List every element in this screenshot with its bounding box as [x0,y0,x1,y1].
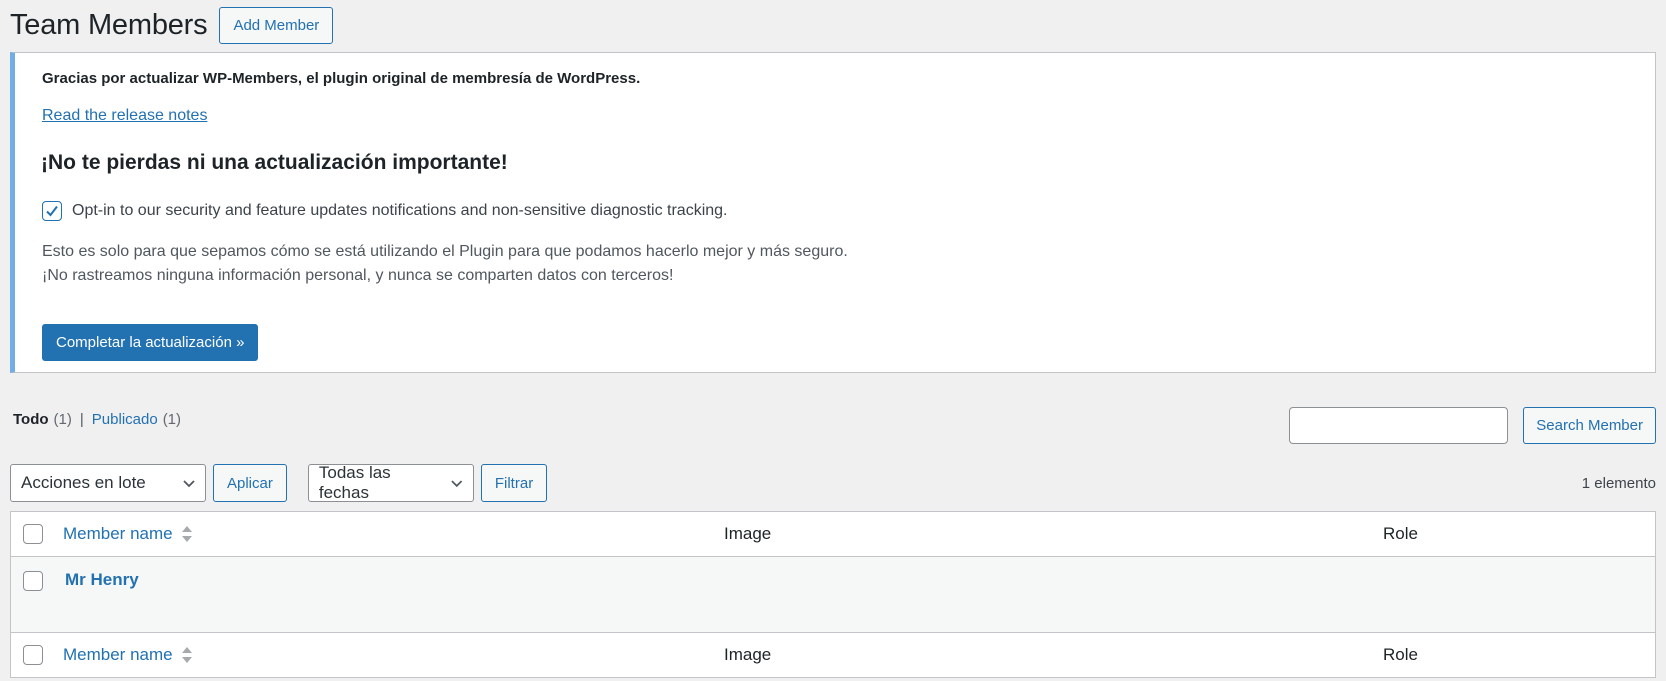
chevron-down-icon [183,480,195,488]
view-all-count: (1) [53,411,72,428]
table-row: Mr Henry [11,557,1655,632]
member-name-column-header[interactable]: Member name [63,524,193,544]
member-name-footer-label: Member name [63,645,173,664]
checkmark-icon [46,205,58,217]
table-footer: Member name Image Role [11,632,1655,677]
member-name-link[interactable]: Mr Henry [65,570,139,590]
sort-icon [181,647,192,663]
items-count: 1 elemento [1581,474,1656,492]
table-header: Member name Image Role [11,512,1655,557]
page-title: Team Members [10,8,208,41]
notice-heading: ¡No te pierdas ni una actualización impo… [41,151,508,174]
row-checkbox[interactable] [23,571,43,591]
view-all-label[interactable]: Todo [13,411,49,428]
add-member-button[interactable]: Add Member [219,6,334,44]
optin-label: Opt-in to our security and feature updat… [72,202,728,219]
member-name-header-label: Member name [63,524,173,543]
update-notice: Gracias por actualizar WP-Members, el pl… [10,52,1656,373]
search-input[interactable] [1289,407,1509,444]
page-header: Team Members Add Member [10,5,334,45]
member-name-column-footer[interactable]: Member name [63,645,193,665]
search-member-button[interactable]: Search Member [1523,407,1656,444]
notice-desc-line-2: ¡No rastreamos ninguna información perso… [42,267,674,284]
date-filter-value: Todas las fechas [318,463,391,502]
optin-checkbox[interactable] [42,201,62,221]
select-all-checkbox-footer[interactable] [23,645,43,665]
notice-lead-text: Gracias por actualizar WP-Members, el pl… [42,70,641,87]
members-table: Member name Image Role Mr Henry Member n… [10,511,1656,678]
tablenav-top: Acciones en lote Aplicar Todas las fecha… [10,463,1656,502]
view-published-count: (1) [162,411,182,428]
filter-button[interactable]: Filtrar [480,464,548,502]
role-column-footer: Role [1383,645,1418,664]
bulk-actions-value: Acciones en lote [21,473,146,492]
release-notes-link[interactable]: Read the release notes [42,107,207,125]
search-box: Search Member [1289,407,1656,444]
view-published-link[interactable]: Publicado [92,411,158,428]
date-filter-select[interactable]: Todas las fechas [307,463,474,502]
chevron-down-icon [451,480,463,488]
apply-button[interactable]: Aplicar [213,464,287,502]
bulk-actions-select[interactable]: Acciones en lote [10,464,206,502]
image-column-footer: Image [724,645,772,664]
optin-row: Opt-in to our security and feature updat… [42,201,727,221]
complete-update-button[interactable]: Completar la actualización » [42,324,259,361]
notice-desc-line-1: Esto es solo para que sepamos cómo se es… [42,243,848,260]
view-separator: | [79,411,84,428]
image-column-header: Image [724,524,772,543]
role-column-header: Role [1383,524,1418,543]
view-filters: Todo (1) | Publicado (1) [13,411,181,428]
notice-description: Esto es solo para que sepamos cómo se es… [42,240,848,288]
sort-icon [181,526,192,542]
select-all-checkbox[interactable] [23,524,43,544]
